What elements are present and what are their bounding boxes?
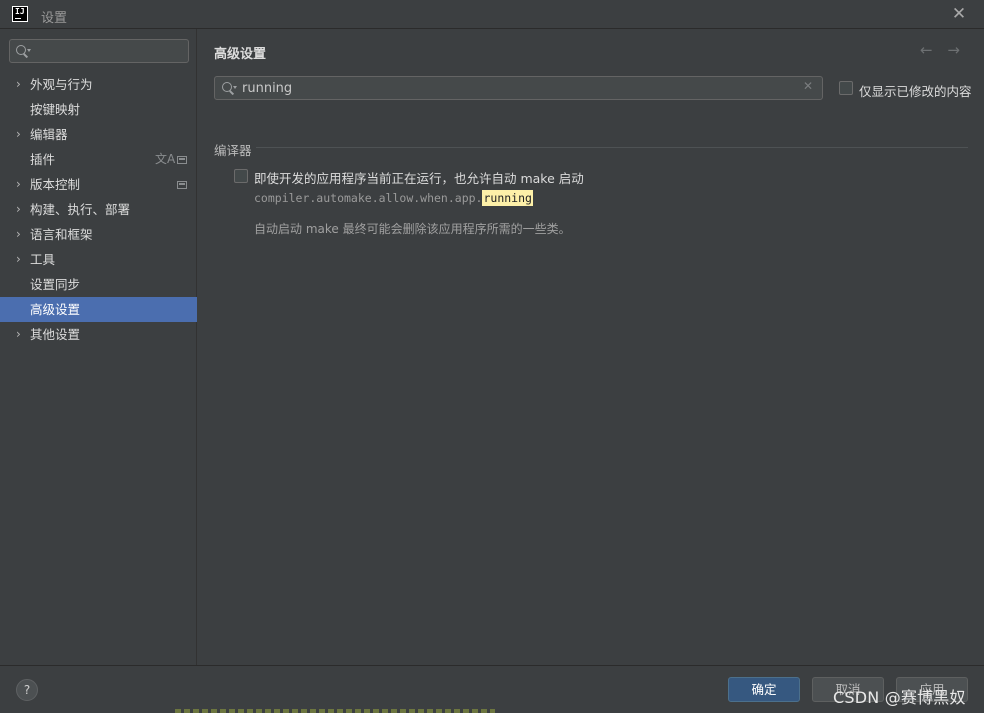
csdn-watermark: CSDN @赛博黑奴: [833, 688, 966, 707]
help-button[interactable]: ?: [16, 679, 38, 701]
settings-nav: › 外观与行为 按键映射 › 编辑器 插件 文A › 版本控制 › 构建、执行、…: [0, 72, 197, 347]
allow-automake-label[interactable]: 即使开发的应用程序当前正在运行，也允许自动 make 启动: [254, 168, 584, 187]
sidebar-item-label: 插件: [30, 152, 56, 167]
chevron-right-icon: ›: [16, 177, 21, 191]
sidebar-item-label: 其他设置: [30, 327, 81, 342]
group-divider: [256, 147, 968, 148]
sidebar-item-label: 设置同步: [30, 277, 81, 292]
sidebar-item-label: 外观与行为: [30, 77, 93, 92]
sidebar-item-label: 按键映射: [30, 102, 81, 117]
only-modified-label[interactable]: 仅显示已修改的内容: [859, 81, 972, 100]
advanced-settings-search-input[interactable]: [242, 80, 792, 96]
sidebar-item-label: 高级设置: [30, 302, 81, 317]
setting-description: 自动启动 make 最终可能会删除该应用程序所需的一些类。: [254, 222, 571, 236]
sidebar-item-editor[interactable]: › 编辑器: [0, 122, 197, 147]
intellij-logo-icon: IJ: [12, 6, 28, 22]
sidebar-item-other-settings[interactable]: › 其他设置: [0, 322, 197, 347]
sidebar-item-label: 工具: [30, 252, 56, 267]
group-title-compiler: 编译器: [214, 143, 252, 158]
allow-automake-checkbox[interactable]: [234, 169, 248, 183]
sidebar-search-box[interactable]: [9, 39, 189, 63]
sidebar-item-tools[interactable]: › 工具: [0, 247, 197, 272]
search-icon: [16, 45, 32, 59]
search-match-highlight: running: [482, 190, 533, 206]
sidebar-item-label: 版本控制: [30, 177, 81, 192]
translate-icon: 文A: [155, 152, 176, 166]
history-nav: ← →: [920, 41, 970, 59]
back-arrow-icon[interactable]: ←: [920, 41, 933, 59]
setting-id: compiler.automake.allow.when.app.running: [254, 190, 533, 206]
forward-arrow-icon[interactable]: →: [947, 41, 960, 59]
sidebar-item-keymap[interactable]: 按键映射: [0, 97, 197, 122]
sidebar-search-input[interactable]: [36, 43, 186, 59]
sidebar-item-languages-frameworks[interactable]: › 语言和框架: [0, 222, 197, 247]
ok-button[interactable]: 确定: [728, 677, 800, 702]
sidebar-item-plugins[interactable]: 插件 文A: [0, 147, 197, 172]
sidebar-item-label: 编辑器: [30, 127, 68, 142]
sidebar-item-advanced-settings[interactable]: 高级设置: [0, 297, 197, 322]
close-icon[interactable]: ✕: [950, 5, 968, 23]
chevron-right-icon: ›: [16, 77, 21, 91]
only-modified-checkbox[interactable]: [839, 81, 853, 95]
sidebar-item-build-execution-deployment[interactable]: › 构建、执行、部署: [0, 197, 197, 222]
page-title: 高级设置: [214, 47, 267, 62]
settings-sidebar: › 外观与行为 按键映射 › 编辑器 插件 文A › 版本控制 › 构建、执行、…: [0, 29, 197, 665]
settings-content: 高级设置 ← → ✕ 仅显示已修改的内容 编译器 即使开发的应用程序当前正在运行…: [198, 29, 984, 665]
sidebar-item-version-control[interactable]: › 版本控制: [0, 172, 197, 197]
sidebar-item-appearance[interactable]: › 外观与行为: [0, 72, 197, 97]
chevron-right-icon: ›: [16, 252, 21, 266]
sidebar-item-label: 构建、执行、部署: [30, 202, 131, 217]
chevron-right-icon: ›: [16, 127, 21, 141]
advanced-settings-search-box[interactable]: ✕: [214, 76, 823, 100]
search-icon: [222, 82, 238, 96]
project-scope-icon: [177, 147, 187, 172]
chevron-right-icon: ›: [16, 227, 21, 241]
title-bar: IJ 设置 ✕: [0, 0, 984, 29]
sidebar-item-label: 语言和框架: [30, 227, 93, 242]
logo-text: IJ: [15, 7, 25, 16]
background-window-strip: [175, 709, 495, 713]
setting-id-prefix: compiler.automake.allow.when.app.: [254, 191, 483, 205]
sidebar-item-settings-sync[interactable]: 设置同步: [0, 272, 197, 297]
project-scope-icon: [177, 172, 187, 197]
clear-search-icon[interactable]: ✕: [803, 79, 813, 93]
chevron-right-icon: ›: [16, 327, 21, 341]
window-title: 设置: [41, 11, 68, 26]
chevron-right-icon: ›: [16, 202, 21, 216]
